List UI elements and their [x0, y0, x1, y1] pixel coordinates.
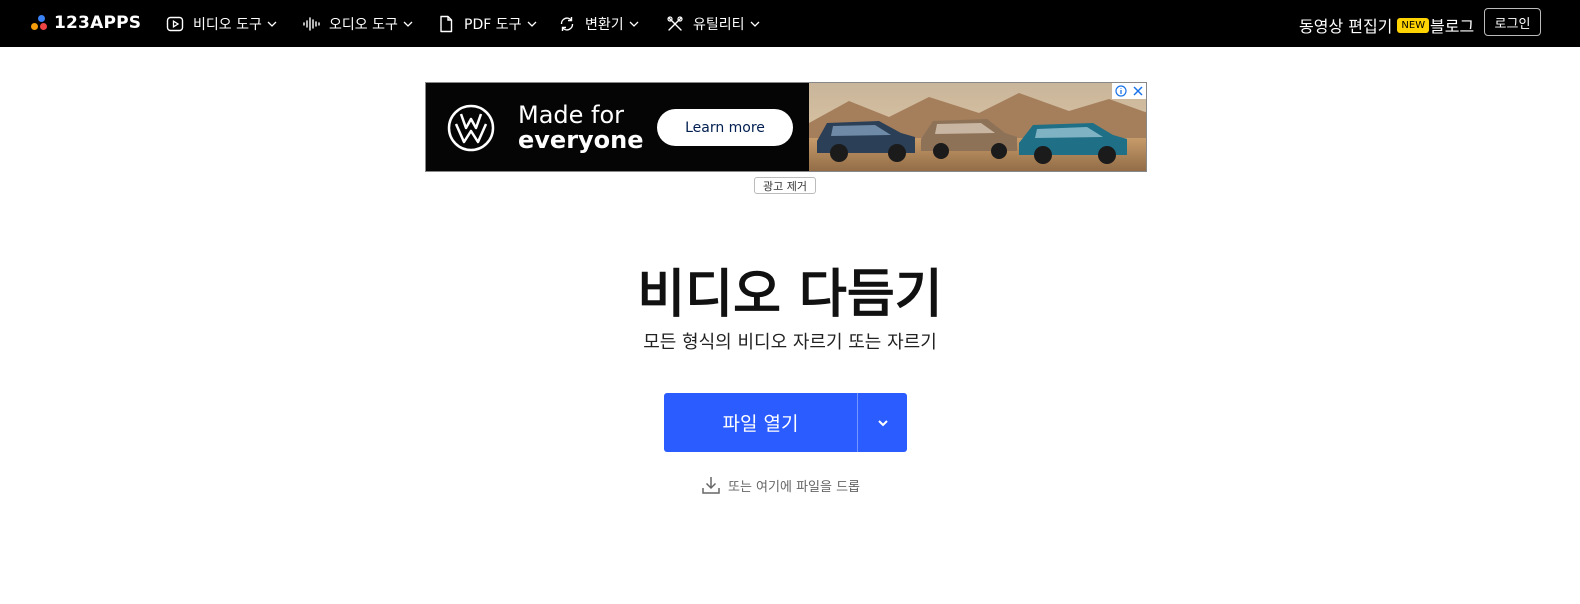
nav-converters[interactable]: 변환기: [558, 0, 639, 47]
nav-pdf-tools[interactable]: PDF 도구: [437, 0, 537, 47]
waveform-icon: [303, 16, 320, 31]
ad-headline-line1: Made for: [518, 101, 625, 129]
ad-headline: Made for everyone: [518, 103, 644, 153]
open-file-options-dropdown[interactable]: [858, 393, 907, 452]
top-navigation-bar: 123APPS 비디오 도구 오디오 도구 PDF 도구 변환기 유틸리티 동영…: [0, 0, 1580, 47]
volkswagen-logo: [447, 104, 495, 152]
drop-zone-hint: 또는 여기에 파일을 드롭: [700, 474, 860, 496]
refresh-icon: [560, 16, 574, 31]
open-file-button[interactable]: 파일 열기: [664, 393, 857, 452]
close-icon[interactable]: [1132, 85, 1144, 97]
chevron-down-icon: [750, 21, 759, 27]
nav-video-label: 비디오 도구: [193, 16, 262, 33]
remove-ads-button[interactable]: 광고 제거: [754, 177, 816, 194]
nav-audio-tools[interactable]: 오디오 도구: [302, 0, 413, 47]
chevron-down-icon: [629, 21, 639, 27]
chevron-down-icon: [877, 419, 888, 426]
open-file-button-group: 파일 열기: [664, 393, 907, 452]
tools-icon: [667, 15, 683, 31]
ad-banner[interactable]: Made for everyone Learn more: [425, 82, 1147, 172]
drop-hint-text: 또는 여기에 파일을 드롭: [728, 479, 860, 495]
ad-learn-more-button[interactable]: Learn more: [657, 109, 793, 146]
nav-converters-label: 변환기: [585, 16, 624, 33]
page-subtitle: 모든 형식의 비디오 자르기 또는 자르기: [643, 332, 937, 353]
new-badge: NEW: [1397, 17, 1430, 33]
ad-headline-line2: everyone: [518, 126, 644, 154]
nav-utilities-label: 유틸리티: [693, 16, 745, 33]
ad-cars-image: [809, 83, 1146, 171]
nav-pdf-label: PDF 도구: [464, 16, 522, 33]
page-title: 비디오 다듬기: [637, 265, 943, 325]
play-circle-icon: [166, 16, 184, 31]
brand-name: 123APPS: [54, 13, 142, 33]
ad-controls[interactable]: [1112, 83, 1146, 99]
document-icon: [440, 15, 453, 32]
blog-link[interactable]: 블로그: [1430, 13, 1474, 37]
video-editor-link[interactable]: 동영상 편집기 NEW: [1299, 13, 1430, 37]
video-editor-label: 동영상 편집기: [1299, 17, 1393, 36]
info-icon[interactable]: [1114, 85, 1127, 97]
nav-audio-label: 오디오 도구: [329, 16, 398, 33]
chevron-down-icon: [527, 21, 536, 27]
logo-dots-icon: [30, 13, 50, 33]
download-icon: [702, 477, 720, 494]
nav-utilities[interactable]: 유틸리티: [666, 0, 760, 47]
nav-video-tools[interactable]: 비디오 도구: [166, 0, 277, 47]
chevron-down-icon: [403, 21, 413, 27]
login-button[interactable]: 로그인: [1484, 8, 1541, 36]
brand-logo[interactable]: 123APPS: [30, 11, 141, 35]
chevron-down-icon: [267, 21, 277, 27]
